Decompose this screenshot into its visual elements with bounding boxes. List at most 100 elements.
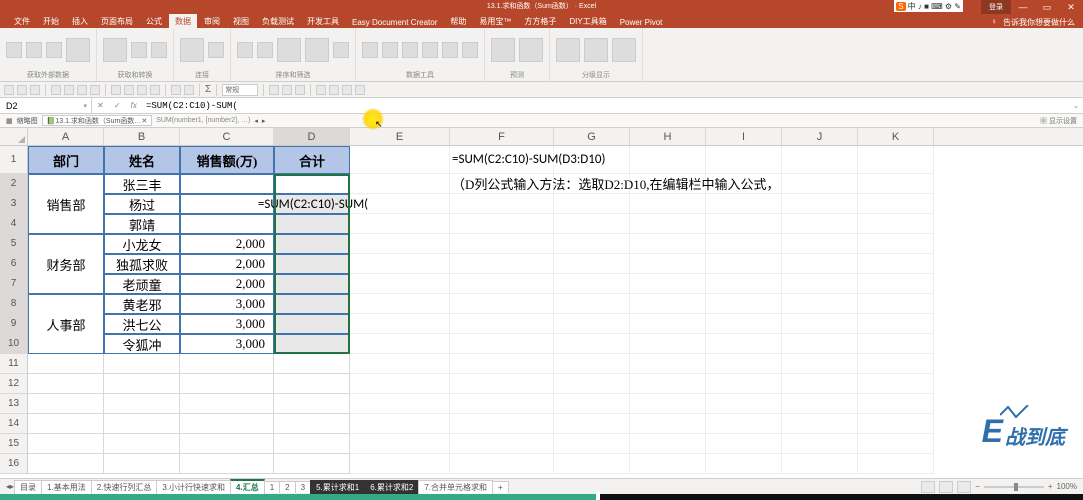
cell[interactable]: 独孤求败 [104, 254, 180, 274]
cell[interactable] [858, 434, 934, 454]
tell-me[interactable]: ♀ 告诉我你想要做什么 [991, 17, 1083, 28]
cell[interactable] [554, 374, 630, 394]
col-header-H[interactable]: H [630, 128, 706, 145]
sheet-tab[interactable]: 1.基本用法 [41, 480, 92, 494]
cell[interactable] [782, 454, 858, 474]
cell[interactable] [630, 294, 706, 314]
cell[interactable] [180, 414, 274, 434]
cell[interactable] [554, 194, 630, 214]
cell[interactable] [350, 374, 450, 394]
cell[interactable]: 老顽童 [104, 274, 180, 294]
sheet-tab[interactable]: 5.累计求和1 [310, 480, 365, 494]
tab-review[interactable]: 审阅 [198, 14, 226, 28]
cell[interactable] [782, 354, 858, 374]
cell[interactable] [554, 394, 630, 414]
qat-icon-a[interactable] [316, 85, 326, 95]
cell[interactable] [450, 334, 554, 354]
qat-icon-4[interactable] [90, 85, 100, 95]
row-header[interactable]: 15 [0, 434, 28, 454]
cell[interactable] [782, 146, 858, 174]
cell[interactable] [450, 434, 554, 454]
cell[interactable] [450, 194, 554, 214]
cell[interactable] [350, 234, 450, 254]
cell[interactable] [782, 294, 858, 314]
sort-desc-icon[interactable] [257, 42, 273, 58]
row-header[interactable]: 16 [0, 454, 28, 474]
row-header[interactable]: 3 [0, 194, 28, 214]
cell[interactable] [28, 214, 104, 234]
sheet-tab[interactable]: 目录 [14, 480, 42, 494]
cell[interactable] [706, 146, 782, 174]
cell[interactable] [450, 274, 554, 294]
cell[interactable]: 令狐冲 [104, 334, 180, 354]
cell[interactable] [450, 354, 554, 374]
cell[interactable] [28, 354, 104, 374]
cell[interactable] [274, 434, 350, 454]
scroll-left-icon[interactable]: ◂ [254, 117, 258, 125]
sheet-tab[interactable]: 3 [295, 481, 311, 493]
row-header[interactable]: 8 [0, 294, 28, 314]
cell[interactable] [350, 434, 450, 454]
connections-icon[interactable] [208, 42, 224, 58]
cell[interactable] [858, 394, 934, 414]
cell[interactable] [554, 254, 630, 274]
cell[interactable] [274, 354, 350, 374]
text-to-columns-icon[interactable] [362, 42, 378, 58]
cell[interactable]: =SUM(C2:C10)-SUM(D3:D10) [450, 146, 554, 174]
cell[interactable] [350, 314, 450, 334]
view-normal-icon[interactable] [921, 481, 935, 493]
remove-dupes-icon[interactable] [402, 42, 418, 58]
cell[interactable]: 销售部 [28, 194, 104, 214]
cell[interactable] [104, 374, 180, 394]
cell[interactable]: =SUM(C2:C10)-SUM( [274, 194, 350, 214]
video-progress-bar[interactable] [0, 494, 1083, 500]
consolidate-icon[interactable] [442, 42, 458, 58]
scroll-right-icon[interactable]: ▸ [262, 117, 266, 125]
col-header-D[interactable]: D [274, 128, 350, 145]
tab-help[interactable]: 帮助 [444, 14, 472, 28]
cell[interactable] [858, 194, 934, 214]
qat-icon-9[interactable] [171, 85, 181, 95]
cell[interactable] [706, 374, 782, 394]
cell[interactable] [350, 414, 450, 434]
cell[interactable]: 2,000 [180, 254, 274, 274]
cell[interactable] [858, 294, 934, 314]
new-query-icon[interactable] [103, 38, 127, 62]
tab-edc[interactable]: Easy Document Creator [346, 16, 443, 28]
tab-file[interactable]: 文件 [8, 14, 36, 28]
group-icon[interactable] [556, 38, 580, 62]
cell[interactable] [706, 294, 782, 314]
sheet-tab[interactable]: 2 [279, 481, 295, 493]
col-header-C[interactable]: C [180, 128, 274, 145]
cancel-formula-icon[interactable]: ✕ [97, 101, 104, 110]
expand-formula-bar-icon[interactable]: ⌄ [1069, 101, 1083, 110]
breadcrumb[interactable]: 缩略图 [17, 116, 38, 126]
show-queries-icon[interactable] [131, 42, 147, 58]
flash-fill-icon[interactable] [382, 42, 398, 58]
subtotal-icon[interactable] [612, 38, 636, 62]
col-header-I[interactable]: I [706, 128, 782, 145]
whatif-icon[interactable] [491, 38, 515, 62]
row-header[interactable]: 10 [0, 334, 28, 354]
cell[interactable] [274, 454, 350, 474]
autosum-icon[interactable]: Σ [205, 84, 211, 95]
fill-color-icon[interactable] [282, 85, 292, 95]
cell[interactable] [180, 394, 274, 414]
cell[interactable]: 3,000 [180, 294, 274, 314]
relationships-icon[interactable] [462, 42, 478, 58]
cell[interactable] [554, 334, 630, 354]
qat-icon-6[interactable] [124, 85, 134, 95]
cell[interactable] [350, 354, 450, 374]
enter-formula-icon[interactable]: ✓ [114, 101, 121, 110]
cell[interactable] [554, 294, 630, 314]
cell[interactable] [858, 374, 934, 394]
cell[interactable] [858, 274, 934, 294]
cell[interactable] [350, 214, 450, 234]
cell[interactable] [28, 234, 104, 254]
cell[interactable] [782, 254, 858, 274]
cell[interactable] [782, 414, 858, 434]
tab-ffgz[interactable]: 方方格子 [518, 14, 562, 28]
cell[interactable] [274, 274, 350, 294]
cell[interactable] [180, 354, 274, 374]
cell[interactable] [180, 374, 274, 394]
